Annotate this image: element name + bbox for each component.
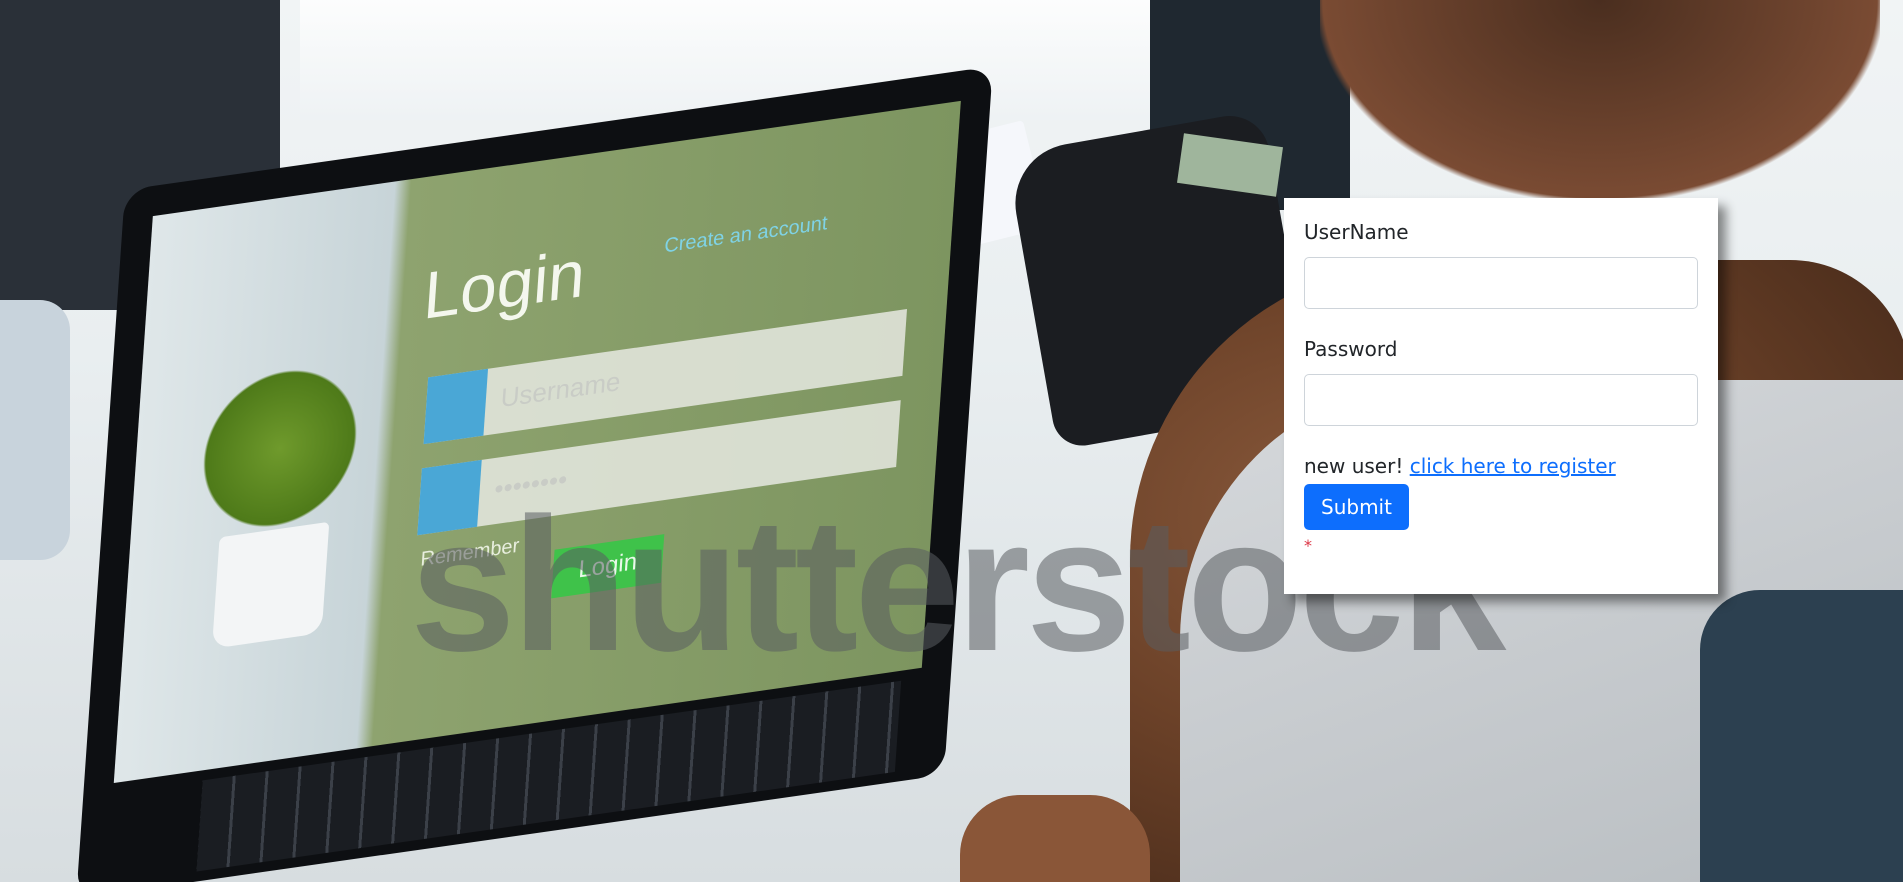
laptop-login-title: Login (421, 235, 588, 334)
background-window (300, 0, 1150, 120)
register-link[interactable]: click here to register (1410, 454, 1616, 478)
register-prefix: new user! (1304, 454, 1404, 478)
password-input[interactable] (1304, 374, 1698, 426)
required-marker: * (1304, 536, 1312, 555)
laptop-create-account-link: Create an account (663, 212, 829, 258)
register-row: new user! click here to register (1304, 454, 1698, 478)
background-hand (960, 795, 1150, 882)
user-icon (423, 368, 489, 445)
plant-pot-image (211, 521, 330, 649)
background-laptop: Login Create an account Username •••••••… (76, 66, 993, 882)
username-label: UserName (1304, 220, 1409, 244)
laptop-username-placeholder: Username (499, 365, 622, 414)
background-person-hair (1320, 0, 1880, 200)
plant-image (188, 345, 372, 552)
password-label: Password (1304, 337, 1398, 361)
username-input[interactable] (1304, 257, 1698, 309)
submit-button[interactable]: Submit (1304, 484, 1409, 530)
background-chair (1700, 590, 1903, 882)
background-monitor-stand (0, 300, 70, 560)
login-card: UserName Password new user! click here t… (1284, 198, 1718, 594)
